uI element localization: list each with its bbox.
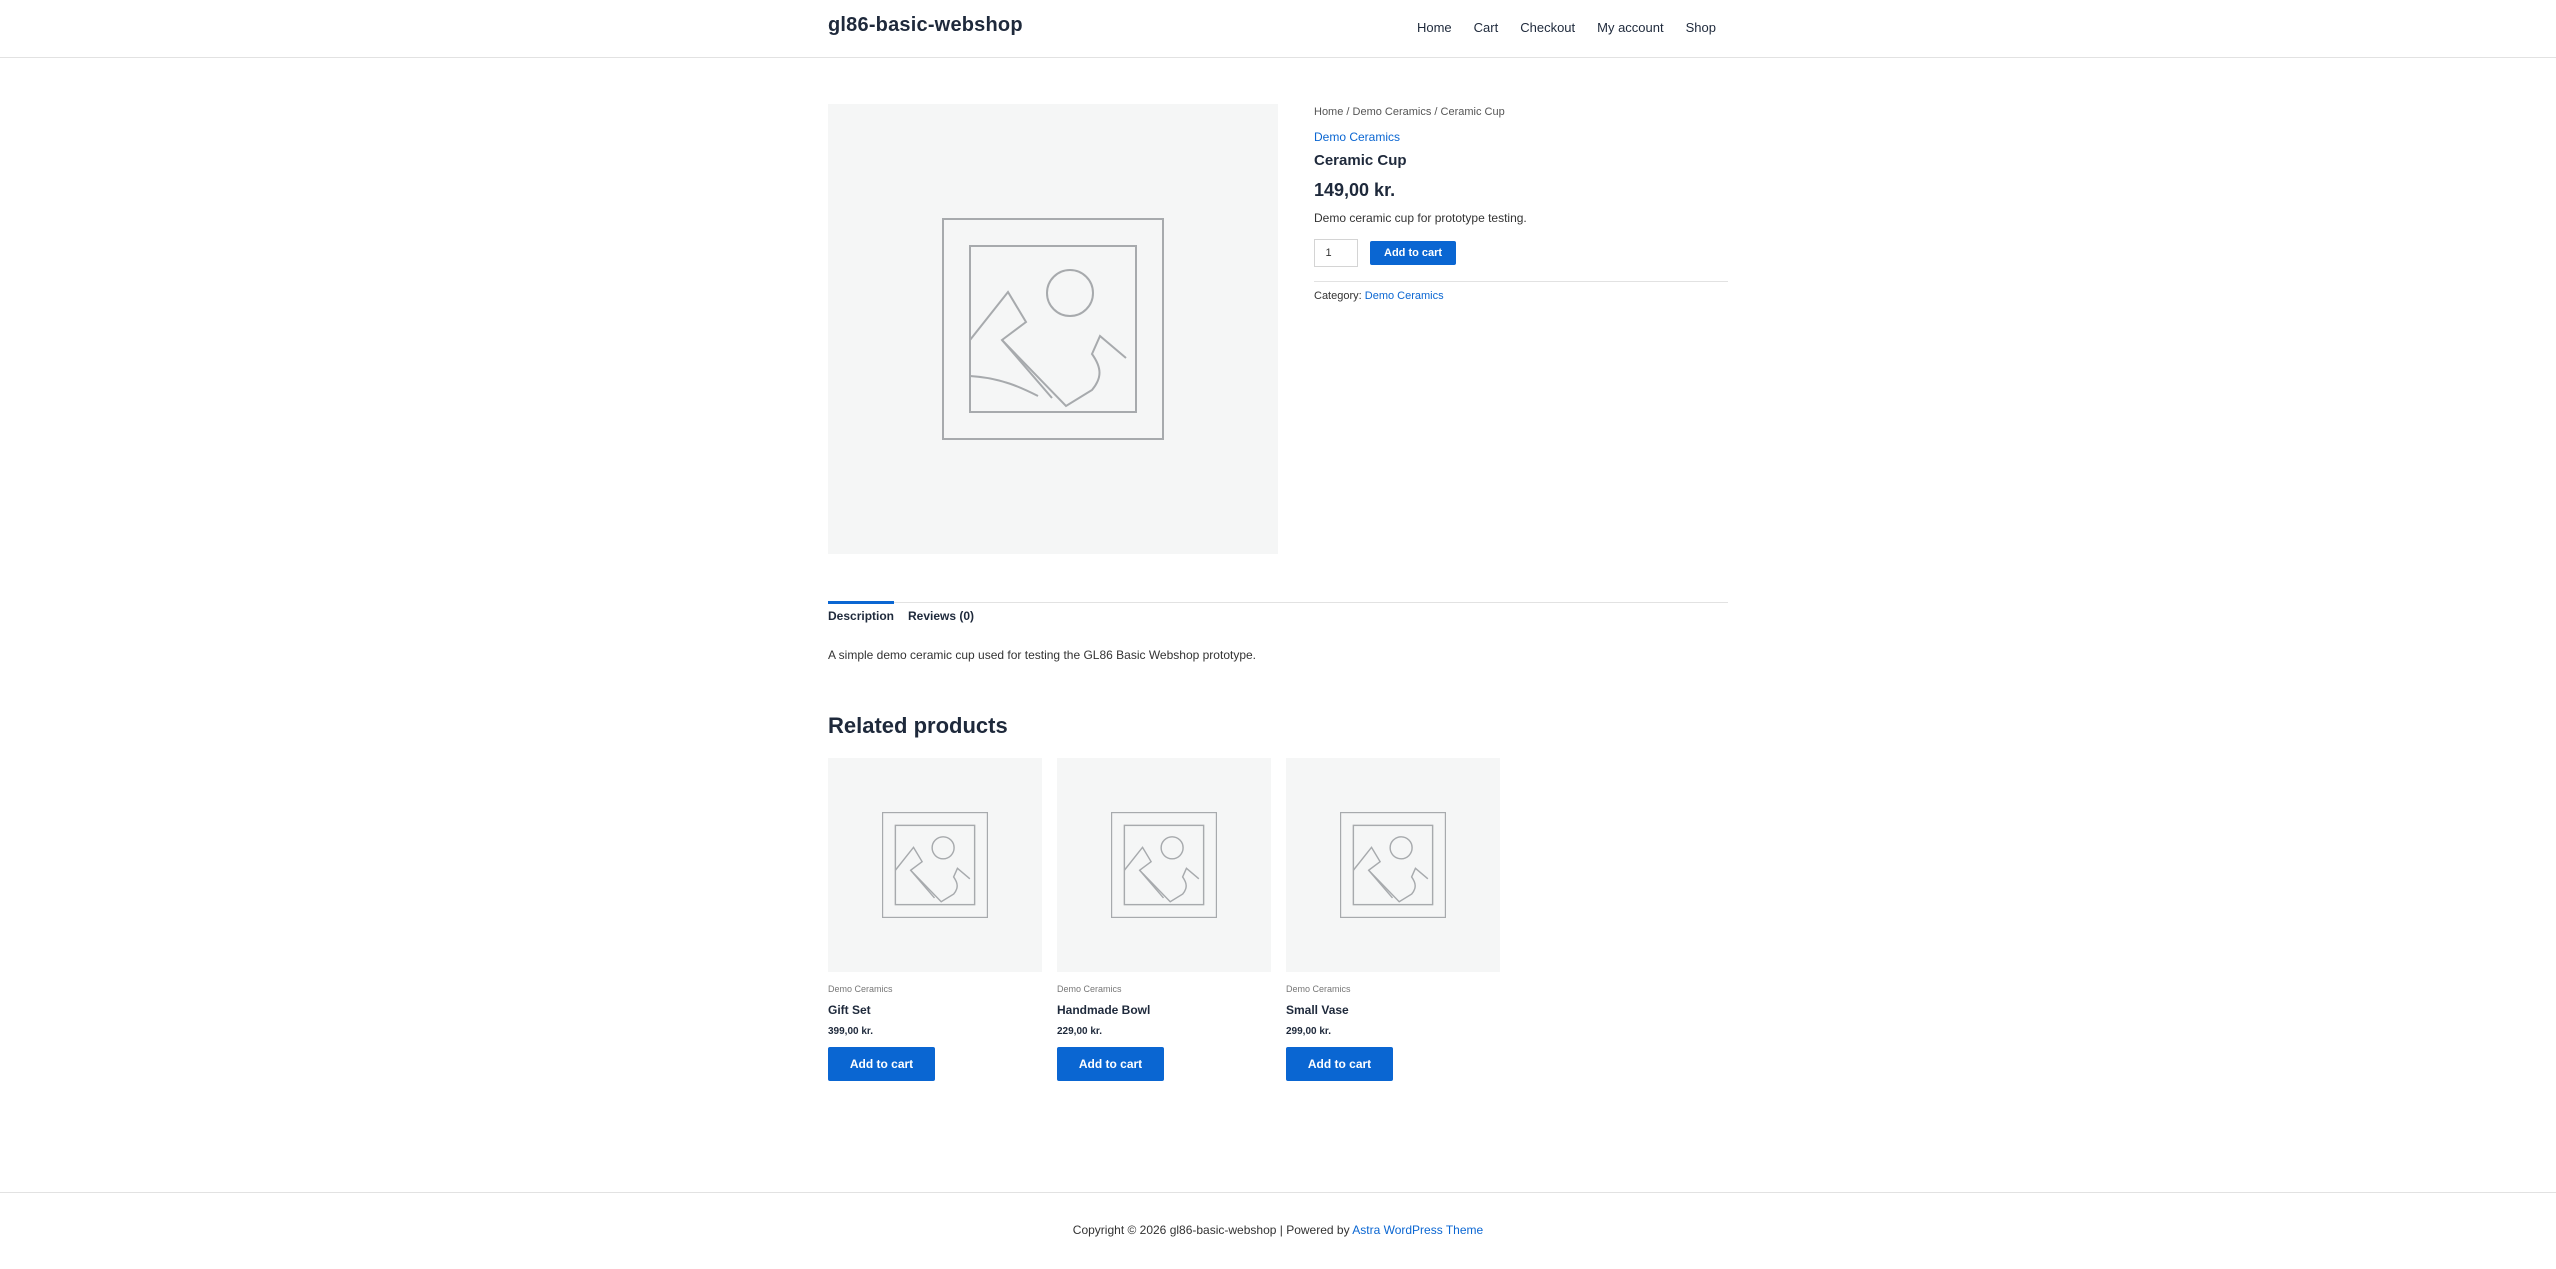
product-card: Demo Ceramics Handmade Bowl 229,00 kr. A…	[1057, 758, 1271, 1081]
product-category-link[interactable]: Demo Ceramics	[1314, 130, 1728, 144]
add-to-cart-form: Add to cart	[1314, 239, 1728, 267]
product-card-price: 399,00 kr.	[828, 1026, 874, 1037]
product-summary: Home / Demo Ceramics / Ceramic Cup Demo …	[1314, 104, 1728, 302]
description-panel: A simple demo ceramic cup used for testi…	[828, 648, 1257, 662]
site-header: gl86-basic-webshop Home Cart Checkout My…	[0, 0, 2556, 58]
breadcrumb-home[interactable]: Home	[1314, 106, 1343, 118]
product-card-title[interactable]: Small Vase	[1286, 1003, 1500, 1017]
site-title-link[interactable]: gl86-basic-webshop	[828, 14, 1023, 37]
add-to-cart-button[interactable]: Add to cart	[1057, 1047, 1164, 1081]
product-card: Demo Ceramics Gift Set 399,00 kr. Add to…	[828, 758, 1042, 1081]
site-footer: Copyright © 2026 gl86-basic-webshop | Po…	[0, 1192, 2556, 1269]
product-meta: Category: Demo Ceramics	[1314, 281, 1728, 302]
product-image[interactable]	[828, 104, 1278, 554]
image-placeholder-icon	[942, 218, 1164, 440]
image-placeholder-icon	[882, 812, 988, 918]
breadcrumb-separator: /	[1343, 106, 1353, 118]
meta-category-link[interactable]: Demo Ceramics	[1365, 290, 1444, 302]
product-price: 149,00 kr.	[1314, 180, 1396, 200]
product-card-category: Demo Ceramics	[828, 984, 893, 994]
breadcrumb: Home / Demo Ceramics / Ceramic Cup	[1314, 106, 1728, 118]
product-card-price: 299,00 kr.	[1286, 1026, 1332, 1037]
product-tabs: Description Reviews (0)	[828, 601, 1728, 632]
product-card: Demo Ceramics Small Vase 299,00 kr. Add …	[1286, 758, 1500, 1081]
quantity-input[interactable]	[1314, 239, 1358, 267]
image-placeholder-icon	[1340, 812, 1446, 918]
nav-item-shop[interactable]: Shop	[1686, 20, 1716, 35]
related-products-list: Demo Ceramics Gift Set 399,00 kr. Add to…	[828, 758, 1515, 1081]
product-thumbnail[interactable]	[1286, 758, 1500, 972]
add-to-cart-button[interactable]: Add to cart	[1370, 241, 1457, 265]
meta-category-label: Category:	[1314, 290, 1362, 302]
image-placeholder-icon	[1111, 812, 1217, 918]
theme-link[interactable]: Astra WordPress Theme	[1352, 1223, 1483, 1237]
add-to-cart-button[interactable]: Add to cart	[1286, 1047, 1393, 1081]
tab-description[interactable]: Description	[828, 601, 895, 623]
nav-item-cart[interactable]: Cart	[1474, 20, 1499, 35]
product-title: Ceramic Cup	[1314, 152, 1407, 169]
nav-item-my-account[interactable]: My account	[1597, 20, 1663, 35]
breadcrumb-separator: /	[1431, 106, 1441, 118]
tab-reviews[interactable]: Reviews (0)	[908, 609, 974, 623]
primary-nav: Home Cart Checkout My account Shop	[1395, 20, 1716, 35]
product-thumbnail[interactable]	[1057, 758, 1271, 972]
product-thumbnail[interactable]	[828, 758, 1042, 972]
product-short-description: Demo ceramic cup for prototype testing.	[1314, 211, 1527, 225]
related-products-heading: Related products	[828, 713, 1008, 738]
product-card-price: 229,00 kr.	[1057, 1026, 1103, 1037]
footer-copyright: Copyright © 2026 gl86-basic-webshop | Po…	[0, 1223, 2556, 1237]
breadcrumb-current: Ceramic Cup	[1440, 106, 1505, 118]
product-card-category: Demo Ceramics	[1286, 984, 1351, 994]
product-card-title[interactable]: Handmade Bowl	[1057, 1003, 1271, 1017]
breadcrumb-category[interactable]: Demo Ceramics	[1353, 106, 1432, 118]
copyright-text: Copyright © 2026 gl86-basic-webshop | Po…	[1072, 1223, 1353, 1237]
add-to-cart-button[interactable]: Add to cart	[828, 1047, 935, 1081]
nav-item-home[interactable]: Home	[1417, 20, 1452, 35]
product-card-category: Demo Ceramics	[1057, 984, 1122, 994]
nav-item-checkout[interactable]: Checkout	[1520, 20, 1575, 35]
product-card-title[interactable]: Gift Set	[828, 1003, 1042, 1017]
